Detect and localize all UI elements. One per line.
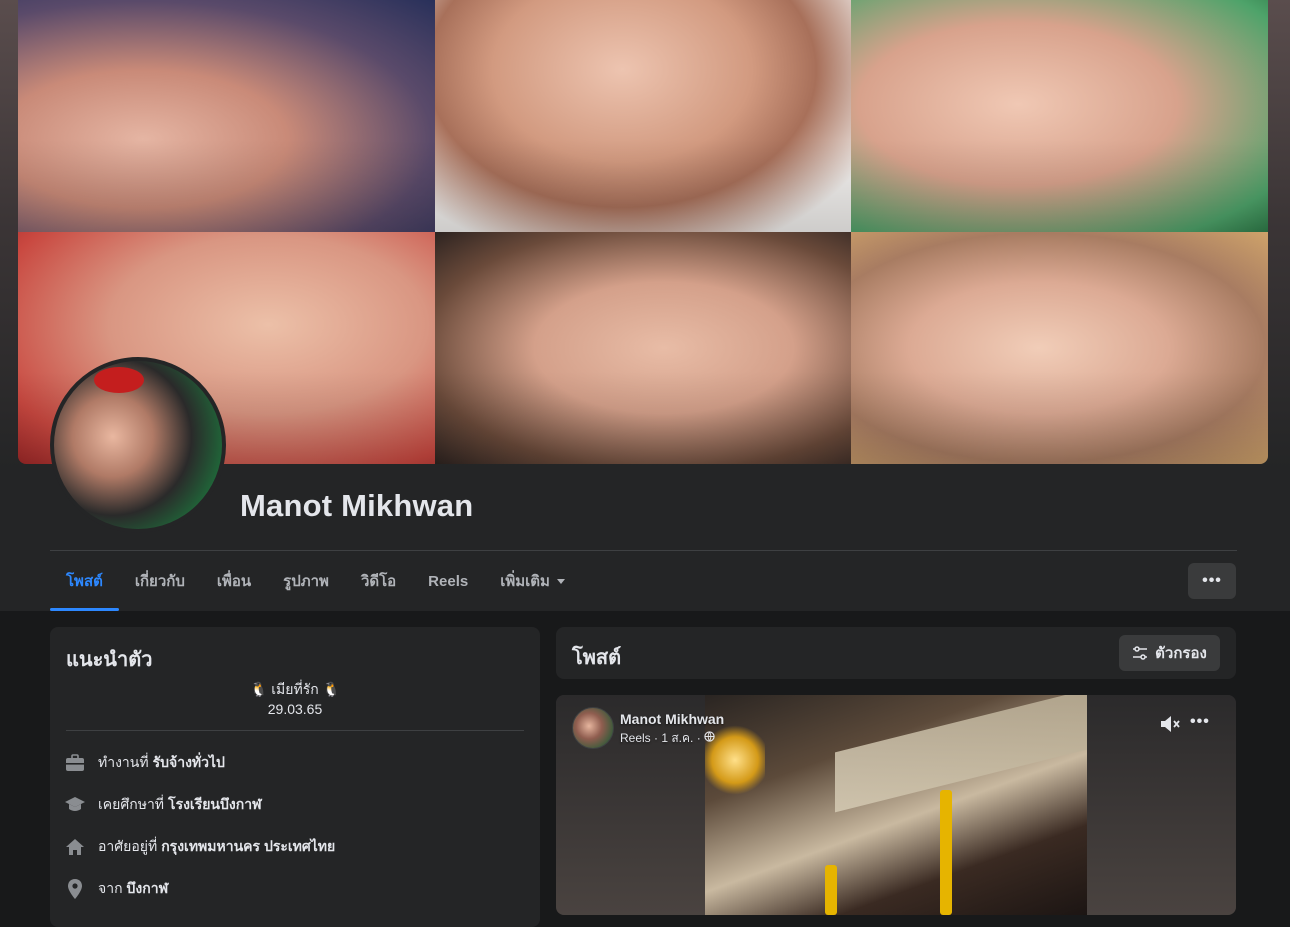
bio-line: 🐧 เมียที่รัก 🐧	[249, 681, 341, 697]
cover-photo-tile	[851, 232, 1268, 464]
info-from-prefix: จาก	[98, 880, 123, 896]
info-work: ทำงานที่ รับจ้างทั่วไป	[64, 752, 225, 774]
cover-photo-tile	[435, 0, 851, 232]
intro-divider	[66, 730, 524, 731]
post-meta: Reels · 1 ส.ค. ·	[620, 729, 715, 748]
globe-icon	[704, 731, 715, 745]
cover-photo-tile	[18, 0, 435, 232]
tab-videos[interactable]: วิดีโอ	[345, 551, 412, 611]
info-lives-prefix: อาศัยอยู่ที่	[98, 838, 158, 854]
chevron-down-icon	[556, 578, 565, 584]
post-author-avatar[interactable]	[572, 707, 614, 749]
tab-friends[interactable]: เพื่อน	[201, 551, 267, 611]
reel-video[interactable]	[705, 695, 1087, 915]
filter-button-label: ตัวกรอง	[1155, 645, 1207, 662]
post-meta-text[interactable]: Reels · 1 ส.ค. ·	[620, 731, 701, 745]
graduation-cap-icon	[64, 795, 86, 815]
reel-post[interactable]: Manot Mikhwan Reels · 1 ส.ค. · •••	[556, 695, 1236, 915]
filter-sliders-icon	[1133, 646, 1148, 660]
info-lives-value[interactable]: กรุงเทพมหานคร ประเทศไทย	[161, 836, 335, 858]
tab-reels[interactable]: Reels	[412, 551, 484, 611]
cover-photo-tile	[851, 0, 1268, 232]
tab-posts[interactable]: โพสต์	[50, 551, 119, 611]
tab-about[interactable]: เกี่ยวกับ	[119, 551, 201, 611]
post-more-button[interactable]: •••	[1190, 713, 1210, 731]
profile-name: Manot Mikhwan	[240, 488, 474, 523]
tab-more-label: เพิ่มเติม	[500, 573, 550, 590]
info-work-value[interactable]: รับจ้างทั่วไป	[153, 752, 225, 774]
home-icon	[64, 837, 86, 857]
info-education: เคยศึกษาที่ โรงเรียนบึงกาฬ	[64, 794, 262, 816]
briefcase-icon	[64, 753, 86, 773]
location-pin-icon	[64, 879, 86, 899]
info-work-prefix: ทำงานที่	[98, 754, 149, 770]
posts-header: โพสต์ ตัวกรอง	[556, 627, 1236, 679]
profile-picture[interactable]	[54, 361, 222, 529]
muted-speaker-icon[interactable]	[1160, 715, 1182, 738]
filter-button[interactable]: ตัวกรอง	[1119, 635, 1220, 671]
intro-title: แนะนำตัว	[66, 649, 153, 671]
info-education-value[interactable]: โรงเรียนบึงกาฬ	[168, 794, 262, 816]
intro-bio: 🐧 เมียที่รัก 🐧 29.03.65	[50, 679, 540, 719]
info-education-prefix: เคยศึกษาที่	[98, 796, 165, 812]
bio-line: 29.03.65	[267, 701, 323, 717]
tab-more[interactable]: เพิ่มเติม	[484, 551, 581, 611]
info-lives: อาศัยอยู่ที่ กรุงเทพมหานคร ประเทศไทย	[64, 836, 335, 858]
info-from-value[interactable]: บึงกาฬ	[127, 878, 169, 900]
cover-photo-tile	[435, 232, 851, 464]
intro-card: แนะนำตัว 🐧 เมียที่รัก 🐧 29.03.65 ทำงานที…	[50, 627, 540, 927]
profile-more-button[interactable]: •••	[1188, 563, 1236, 599]
info-from: จาก บึงกาฬ	[64, 878, 168, 900]
profile-tabs: โพสต์ เกี่ยวกับ เพื่อน รูปภาพ วิดีโอ Ree…	[50, 551, 581, 611]
post-author-name[interactable]: Manot Mikhwan	[620, 711, 724, 727]
posts-title: โพสต์	[572, 647, 622, 669]
tab-photos[interactable]: รูปภาพ	[267, 551, 345, 611]
